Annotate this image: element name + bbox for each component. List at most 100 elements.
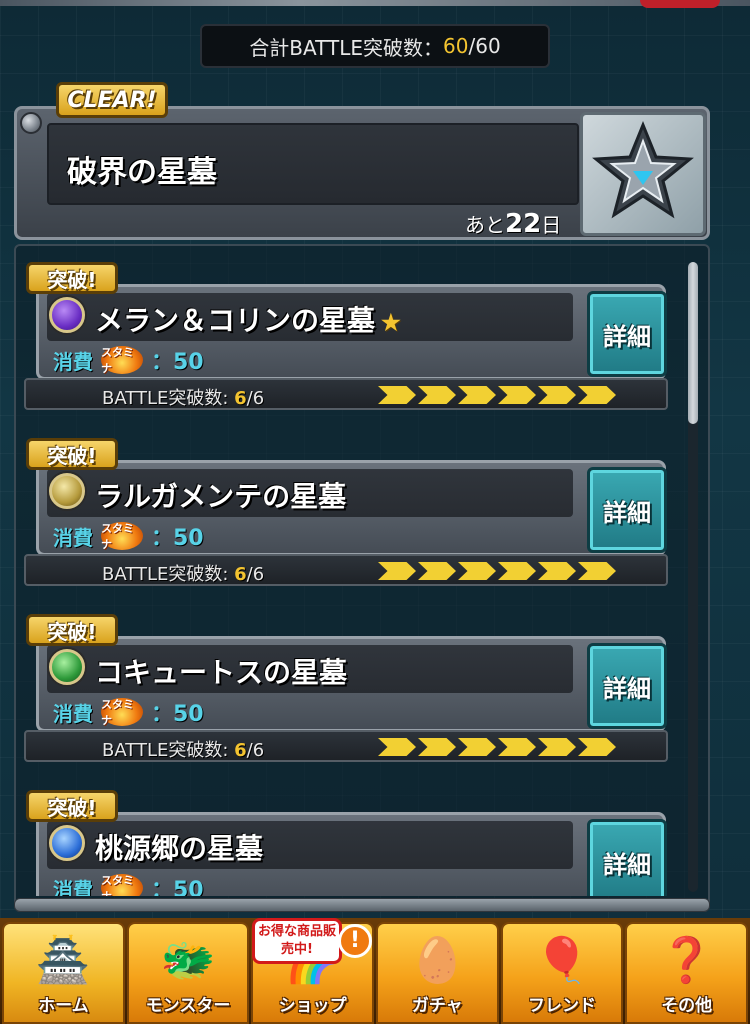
chevron-icon	[378, 386, 416, 404]
quest-card[interactable]: コキュートスの星墓 消費 スタミナ ：50 詳細	[36, 636, 667, 732]
quest-card[interactable]: メラン＆コリンの星墓 ★ 消費 スタミナ ：50 詳細	[36, 284, 667, 380]
element-wood-icon	[49, 649, 85, 685]
breakthrough-badge: 突破!	[26, 614, 118, 646]
stamina-icon: スタミナ	[101, 346, 143, 375]
cost-label: 消費	[53, 701, 93, 726]
cost-value: ：50	[151, 702, 204, 727]
remaining-suffix: 日	[541, 213, 562, 237]
quest-card[interactable]: 桃源郷の星墓 消費 スタミナ ：50 詳細	[36, 812, 667, 896]
cost-value: ：50	[151, 350, 204, 375]
progress-current: 6	[234, 564, 247, 585]
total-battle-counter: 合計BATTLE突破数： 60 /60	[200, 24, 550, 68]
progress-label: BATTLE突破数:	[102, 388, 235, 409]
nav-label: フレンド	[528, 996, 597, 1016]
bottom-nav: 🏯 ホーム 🐲 モンスター 🌈 ショップ 🥚 ガチャ 🎈 フレンド ❓ その他	[0, 918, 750, 1024]
quest-item[interactable]: 突破! ラルガメンテの星墓 消費 スタミナ ：50 詳細 BATTLE突破数: …	[24, 438, 668, 594]
friend-icon: 🎈	[534, 935, 590, 986]
sale-tag: お得な商品販売中!	[252, 918, 342, 964]
stamina-icon: スタミナ	[101, 522, 143, 551]
chevron-icon	[418, 562, 456, 580]
chevron-icon	[378, 738, 416, 756]
nav-gacha[interactable]: 🥚 ガチャ	[376, 922, 499, 1024]
chevron-icon	[458, 562, 496, 580]
event-title: 破界の星墓	[67, 155, 217, 190]
progress-current: 6	[234, 740, 247, 761]
quest-cost: 消費 スタミナ ：50	[53, 871, 204, 896]
breakthrough-badge: 突破!	[26, 262, 118, 294]
quest-title-text: 桃源郷の星墓	[95, 832, 264, 865]
quest-title-text: ラルガメンテの星墓	[95, 480, 347, 513]
total-label: 合計BATTLE突破数：	[249, 35, 444, 60]
quest-title: コキュートスの星墓	[95, 651, 347, 691]
element-dark-icon	[49, 297, 85, 333]
gacha-icon: 🥚	[409, 935, 465, 986]
nav-other[interactable]: ❓ その他	[625, 922, 749, 1024]
chevron-icon	[578, 386, 616, 404]
cost-value: ：50	[151, 526, 204, 551]
chevron-icon	[498, 562, 536, 580]
chevron-icon	[458, 386, 496, 404]
star-icon: ★	[381, 310, 401, 336]
quest-title-text: メラン＆コリンの星墓	[95, 304, 376, 337]
breakthrough-badge: 突破!	[26, 438, 118, 470]
quest-card[interactable]: ラルガメンテの星墓 消費 スタミナ ：50 詳細	[36, 460, 667, 556]
nav-home[interactable]: 🏯 ホーム	[2, 922, 125, 1024]
progress-text: BATTLE突破数: 6/6	[102, 560, 264, 586]
nav-friend[interactable]: 🎈 フレンド	[500, 922, 624, 1024]
quest-item[interactable]: 突破! コキュートスの星墓 消費 スタミナ ：50 詳細 BATTLE突破数: …	[24, 614, 668, 770]
cost-label: 消費	[53, 877, 93, 897]
nav-label: モンスター	[145, 996, 231, 1016]
nav-monster[interactable]: 🐲 モンスター	[126, 922, 250, 1024]
total-current: 60	[443, 34, 469, 58]
quest-cost: 消費 スタミナ ：50	[53, 695, 204, 729]
chevron-icon	[578, 562, 616, 580]
alert-icon: !	[338, 924, 372, 958]
quest-cost: 消費 スタミナ ：50	[53, 343, 204, 377]
progress-total: /6	[246, 388, 265, 409]
chevron-icon	[418, 386, 456, 404]
chevron-icon	[458, 738, 496, 756]
nav-label: ガチャ	[411, 996, 463, 1016]
nav-label: その他	[661, 996, 713, 1016]
progress-text: BATTLE突破数: 6/6	[102, 384, 264, 410]
list-bottom-rail	[14, 898, 710, 912]
detail-button[interactable]: 詳細	[587, 291, 667, 377]
progress-text: BATTLE突破数: 6/6	[102, 736, 264, 762]
progress-strip: BATTLE突破数: 6/6	[24, 554, 668, 586]
chevron-icon	[538, 386, 576, 404]
remaining-prefix: あと	[465, 213, 505, 237]
stamina-icon: スタミナ	[101, 874, 143, 896]
progress-chevrons	[378, 562, 616, 580]
quest-title: ラルガメンテの星墓	[95, 475, 346, 515]
stamina-icon: スタミナ	[101, 698, 143, 727]
scrollbar[interactable]	[688, 262, 698, 892]
top-corner-ornament	[640, 0, 720, 8]
chevron-icon	[378, 562, 416, 580]
event-emblem	[580, 112, 706, 236]
detail-button[interactable]: 詳細	[587, 819, 667, 896]
progress-total: /6	[246, 564, 265, 585]
cost-value: ：50	[151, 878, 204, 896]
detail-button[interactable]: 詳細	[587, 467, 667, 553]
clear-badge: CLEAR!	[56, 82, 168, 118]
progress-total: /6	[246, 740, 265, 761]
remaining-days: 22	[505, 209, 542, 239]
detail-button[interactable]: 詳細	[587, 643, 667, 729]
nav-label: ホーム	[38, 996, 89, 1016]
star-emblem-icon	[592, 121, 694, 219]
quest-item[interactable]: 突破! 桃源郷の星墓 消費 スタミナ ：50 詳細	[24, 790, 668, 896]
chevron-icon	[538, 738, 576, 756]
quest-item[interactable]: 突破! メラン＆コリンの星墓 ★ 消費 スタミナ ：50 詳細 BATTLE突破数…	[24, 262, 668, 418]
nav-label: ショップ	[278, 996, 347, 1016]
element-water-icon	[49, 825, 85, 861]
progress-label: BATTLE突破数:	[102, 740, 235, 761]
scrollbar-thumb[interactable]	[688, 262, 698, 424]
cost-label: 消費	[53, 525, 93, 550]
element-light-icon	[49, 473, 85, 509]
event-remaining: あと22日	[465, 209, 561, 239]
breakthrough-badge: 突破!	[26, 790, 118, 822]
quest-title: メラン＆コリンの星墓 ★	[95, 299, 401, 339]
quest-title: 桃源郷の星墓	[95, 827, 263, 867]
top-frame-edge	[0, 0, 750, 6]
progress-chevrons	[378, 386, 616, 404]
